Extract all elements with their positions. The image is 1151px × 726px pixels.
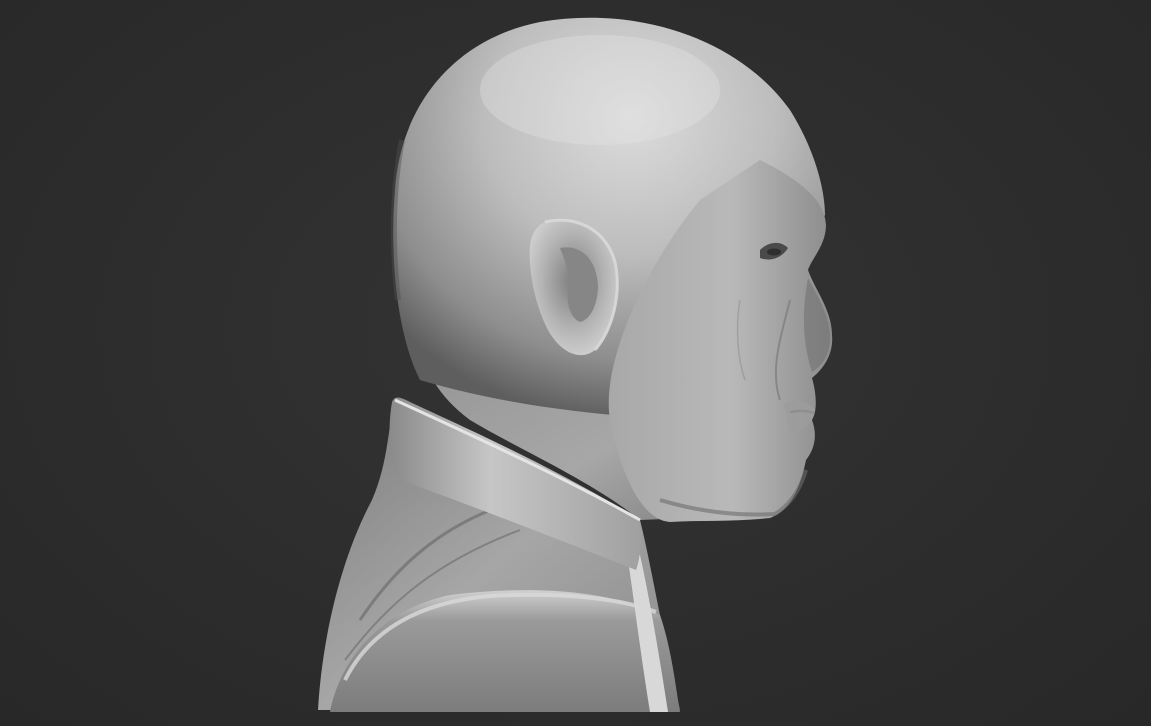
- bust-render: [318, 17, 833, 712]
- sculpt-viewport: [0, 0, 1151, 726]
- skull-highlight: [480, 35, 720, 145]
- eye: [767, 248, 781, 256]
